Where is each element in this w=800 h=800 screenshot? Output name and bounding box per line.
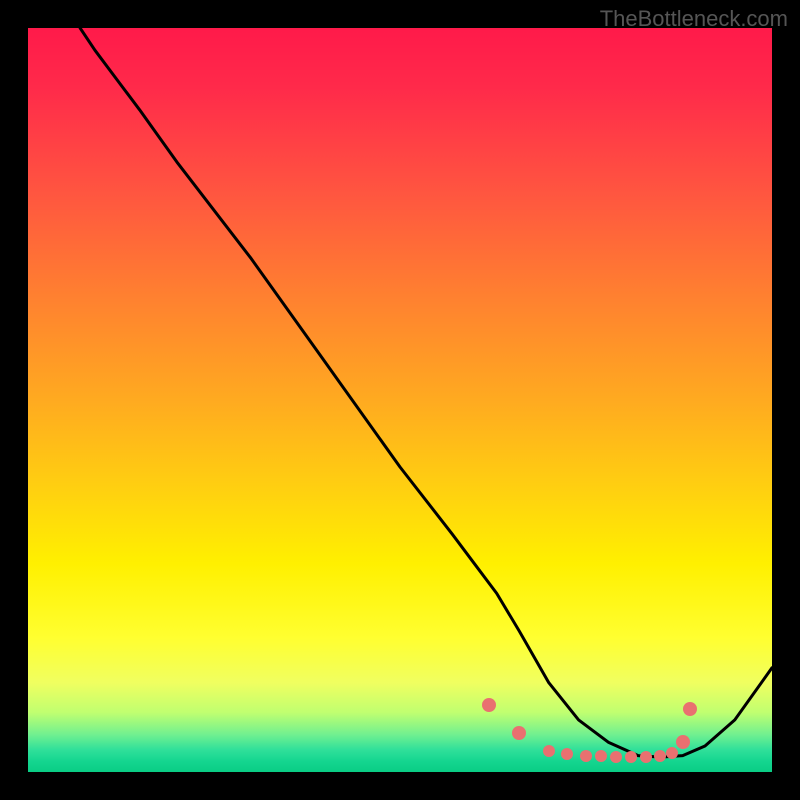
chart-marker-dot [666, 747, 678, 759]
watermark-text: TheBottleneck.com [600, 6, 788, 32]
chart-marker-dot [595, 750, 607, 762]
chart-marker-dot [512, 726, 526, 740]
chart-marker-dot [610, 751, 622, 763]
chart-marker-dot [580, 750, 592, 762]
chart-marker-dot [543, 745, 555, 757]
chart-marker-dot [640, 751, 652, 763]
chart-marker-dot [625, 751, 637, 763]
chart-marker-layer [28, 28, 772, 772]
chart-marker-dot [561, 748, 573, 760]
chart-marker-dot [676, 735, 690, 749]
chart-marker-dot [683, 702, 697, 716]
chart-marker-dot [482, 698, 496, 712]
chart-plot-area [28, 28, 772, 772]
